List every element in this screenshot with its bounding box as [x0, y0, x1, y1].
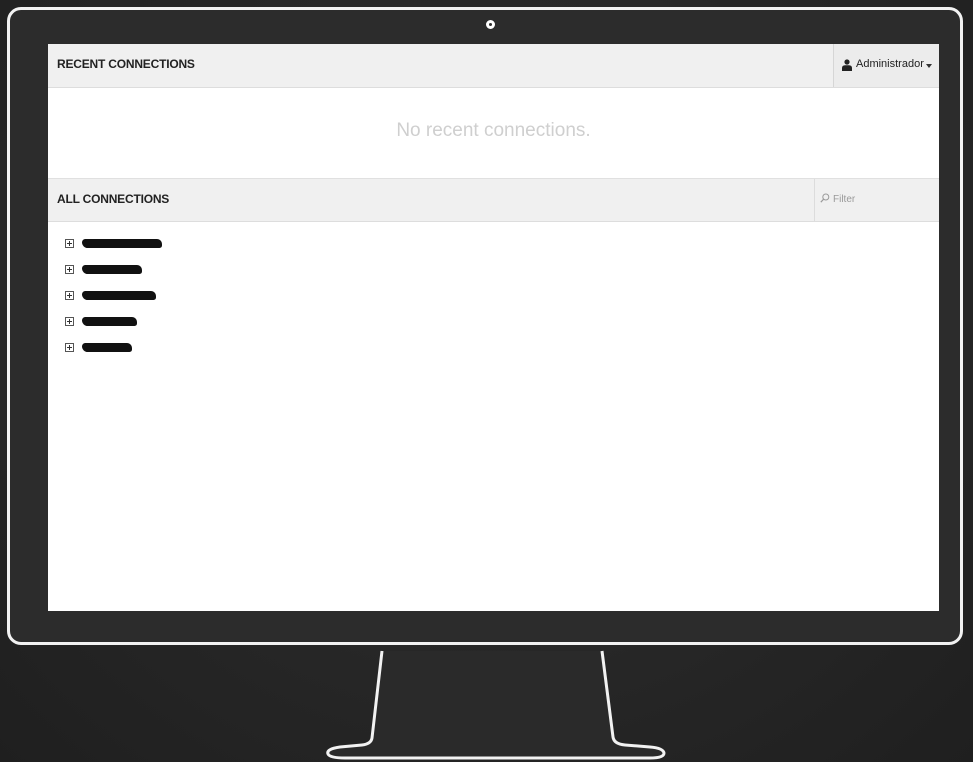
recent-connections-title: RECENT CONNECTIONS — [57, 57, 195, 71]
expand-icon[interactable] — [65, 239, 74, 248]
no-recent-connections-message: No recent connections. — [396, 120, 591, 141]
expand-icon[interactable] — [65, 265, 74, 274]
redacted-connection-name — [82, 343, 132, 352]
recent-connections-header: RECENT CONNECTIONS Administrador — [48, 44, 939, 88]
user-icon — [842, 59, 852, 71]
expand-icon[interactable] — [65, 291, 74, 300]
filter-input[interactable] — [833, 191, 933, 207]
redacted-connection-name — [82, 317, 137, 326]
redacted-connection-name — [82, 239, 162, 248]
user-menu-button[interactable]: Administrador — [833, 44, 939, 87]
redacted-connection-name — [82, 265, 142, 274]
search-icon — [820, 193, 830, 203]
expand-icon[interactable] — [65, 343, 74, 352]
webcam-icon — [486, 20, 495, 29]
redacted-connection-name — [82, 291, 156, 300]
filter-box — [814, 179, 939, 221]
app-screen: RECENT CONNECTIONS Administrador No rece… — [48, 44, 939, 611]
username-label: Administrador — [856, 58, 924, 70]
chevron-down-icon — [926, 64, 932, 68]
all-connections-header: ALL CONNECTIONS — [48, 178, 939, 222]
all-connections-title: ALL CONNECTIONS — [57, 192, 170, 206]
expand-icon[interactable] — [65, 317, 74, 326]
